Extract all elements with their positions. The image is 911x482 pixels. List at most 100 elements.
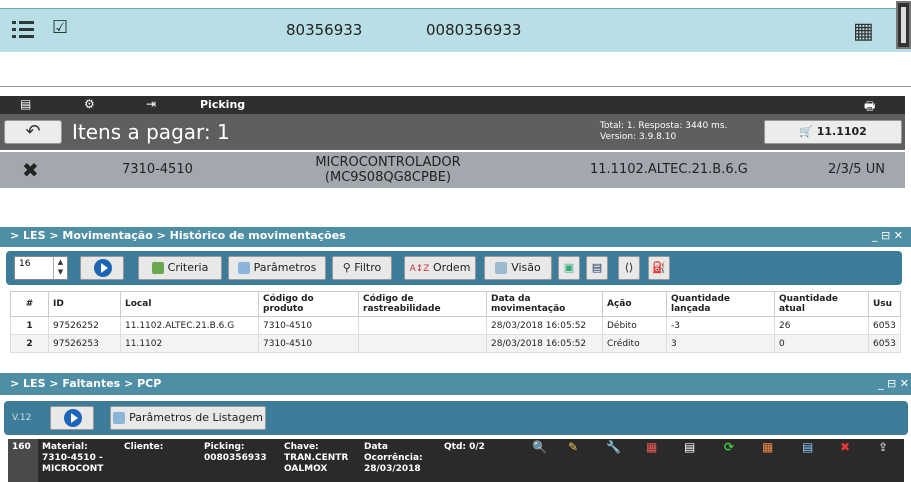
back-button[interactable]: ↶ [4, 120, 62, 144]
cart-icon: 🛒 [799, 125, 813, 138]
cliente-label: Cliente: [124, 442, 164, 452]
document-icon[interactable]: ▤ [802, 441, 813, 453]
play-icon [94, 259, 112, 277]
data-label: Data [364, 442, 388, 452]
page-title: Itens a pagar: 1 [72, 120, 230, 144]
document-add-icon[interactable]: ▤ [684, 441, 695, 453]
cell [358, 316, 487, 335]
cell: 26 [774, 316, 869, 335]
picking-item-row[interactable]: ✖ 7310-4510 MICROCONTROLADOR (MC9S08QG8C… [0, 152, 905, 188]
parameters-label: Parâmetros [253, 261, 317, 274]
history-table: # ID Local Código do produto Código de r… [10, 291, 901, 353]
item-location: 11.1102.ALTEC.21.B.6.G [590, 162, 748, 177]
cell: Crédito [602, 334, 667, 353]
calendar-alert-icon[interactable]: ▦ [762, 441, 773, 453]
picking-tab[interactable]: Picking [200, 98, 245, 111]
boxes-icon[interactable]: ▦ [853, 19, 874, 44]
back-icon: ↶ [25, 121, 41, 142]
list-icon[interactable] [12, 21, 34, 39]
chave-value2: OALMOX [284, 464, 328, 474]
col-qty-posted[interactable]: Quantidade lançada [666, 291, 775, 317]
list-params-label: Parâmetros de Listagem [129, 411, 263, 424]
gear-icon[interactable]: ⚙ [84, 97, 95, 111]
run-button[interactable] [80, 256, 124, 280]
menu-icon[interactable]: ▤ [20, 97, 31, 111]
search-icon[interactable]: 🔍 [532, 441, 547, 453]
save-button[interactable]: ▤ [586, 256, 608, 280]
window-controls[interactable]: _ ⊟ ✕ [872, 229, 903, 242]
col-local[interactable]: Local [120, 291, 259, 317]
picking-topbar: ▤ ⚙ ⇥ Picking 🖶 [0, 96, 905, 114]
col-id[interactable]: ID [48, 291, 121, 317]
faltante-record[interactable]: 160 Material: 7310-4510 - MICROCONT Clie… [8, 439, 904, 482]
material-label: Material: [42, 442, 88, 452]
col-product-code[interactable]: Código do produto [258, 291, 359, 317]
picking-number: 0080356933 [426, 21, 522, 39]
export-icon: ▣ [563, 261, 575, 274]
save-icon: ▤ [591, 261, 603, 274]
filter-icon: ⚲ [342, 261, 351, 274]
criteria-label: Criteria [167, 261, 209, 274]
code-icon: ⟨⟩ [624, 261, 634, 274]
upload-icon[interactable]: ⇪ [878, 441, 888, 453]
col-trace-code[interactable]: Código de rastreabilidade [358, 291, 487, 317]
table-row[interactable]: 1 97526252 11.1102.ALTEC.21.B.6.G 7310-4… [10, 316, 901, 335]
run-button[interactable] [50, 406, 94, 430]
gas-button[interactable]: ⛽ [648, 256, 670, 280]
page-size-stepper[interactable]: 16 ▲ ▼ [14, 256, 68, 280]
login-icon[interactable]: ⇥ [146, 97, 156, 111]
col-action[interactable]: Ação [602, 291, 667, 317]
col-user[interactable]: Usu [868, 291, 901, 317]
parameters-button[interactable]: Parâmetros [228, 256, 326, 280]
cell: 3 [666, 334, 775, 353]
scrollbar[interactable] [896, 1, 911, 49]
version-label: V.12 [12, 413, 32, 423]
wrench-icon[interactable]: 🔧 [606, 441, 621, 453]
item-description: MICROCONTROLADOR (MC9S08QG8CPBE) [304, 155, 472, 185]
tag-icon [113, 412, 126, 424]
col-move-date[interactable]: Data da movimentação [486, 291, 603, 317]
list-params-button[interactable]: Parâmetros de Listagem [110, 406, 266, 430]
cell [358, 334, 487, 353]
faltantes-breadcrumb: > LES > Faltantes > PCP [0, 373, 911, 395]
order-button[interactable]: A↕Z Ordem [404, 256, 476, 280]
delete-icon[interactable]: ✖ [840, 441, 850, 453]
col-qty-current[interactable]: Quantidade atual [774, 291, 869, 317]
response-info: Total: 1. Resposta: 3440 ms. Version: 3.… [600, 121, 727, 143]
faltantes-window: > LES > Faltantes > PCP _ ⊟ ✕ V.12 Parâm… [0, 373, 911, 482]
picking-label: Picking: [204, 442, 245, 452]
criteria-button[interactable]: Criteria [138, 256, 222, 280]
criteria-icon [151, 262, 164, 274]
material-info: Material: 7310-4510 - MICROCONT [42, 442, 103, 475]
chave-value: TRAN.CENTR [284, 453, 349, 463]
calendar-icon[interactable]: ▦ [646, 441, 657, 453]
data-info: Data Ocorrência: 28/03/2018 [364, 442, 423, 475]
table-row[interactable]: 2 97526253 11.1102 7310-4510 28/03/2018 … [10, 334, 901, 353]
edit-icon[interactable]: ✎ [568, 441, 578, 453]
filter-button[interactable]: ⚲ Filtro [332, 256, 392, 280]
tag-icon [237, 262, 250, 274]
cell: 0 [774, 334, 869, 353]
export-button[interactable]: ▣ [558, 256, 580, 280]
view-button[interactable]: Visão [484, 256, 552, 280]
top-bar: ☑ 80356933 0080356933 ▦ [0, 1, 911, 52]
cell: 28/03/2018 16:05:52 [486, 316, 603, 335]
close-icon[interactable]: ✖ [22, 158, 39, 182]
picking-header: ↶ Itens a pagar: 1 Total: 1. Resposta: 3… [0, 114, 905, 150]
qtd-label: Qtd: 0/2 [444, 442, 485, 452]
table-icon [495, 262, 508, 274]
faltantes-toolbar: V.12 Parâmetros de Listagem [4, 401, 908, 435]
stepper-arrows[interactable]: ▲ ▼ [53, 257, 67, 279]
code-button[interactable]: ⟨⟩ [618, 256, 640, 280]
order-number: 80356933 [286, 21, 363, 39]
history-breadcrumb: > LES > Movimentação > Histórico de movi… [0, 227, 911, 247]
material-value2: MICROCONT [42, 464, 104, 474]
location-cart-button[interactable]: 🛒 11.1102 [764, 120, 902, 144]
checklist-icon[interactable]: ☑ [52, 17, 68, 38]
fuel-icon: ⛽ [652, 261, 666, 274]
refresh-icon[interactable]: ⟳ [724, 441, 734, 453]
cell: 6053 [868, 316, 901, 335]
table-header-row: # ID Local Código do produto Código de r… [10, 291, 901, 317]
window-controls[interactable]: _ ⊟ ✕ [878, 377, 909, 390]
col-index[interactable]: # [10, 291, 49, 317]
